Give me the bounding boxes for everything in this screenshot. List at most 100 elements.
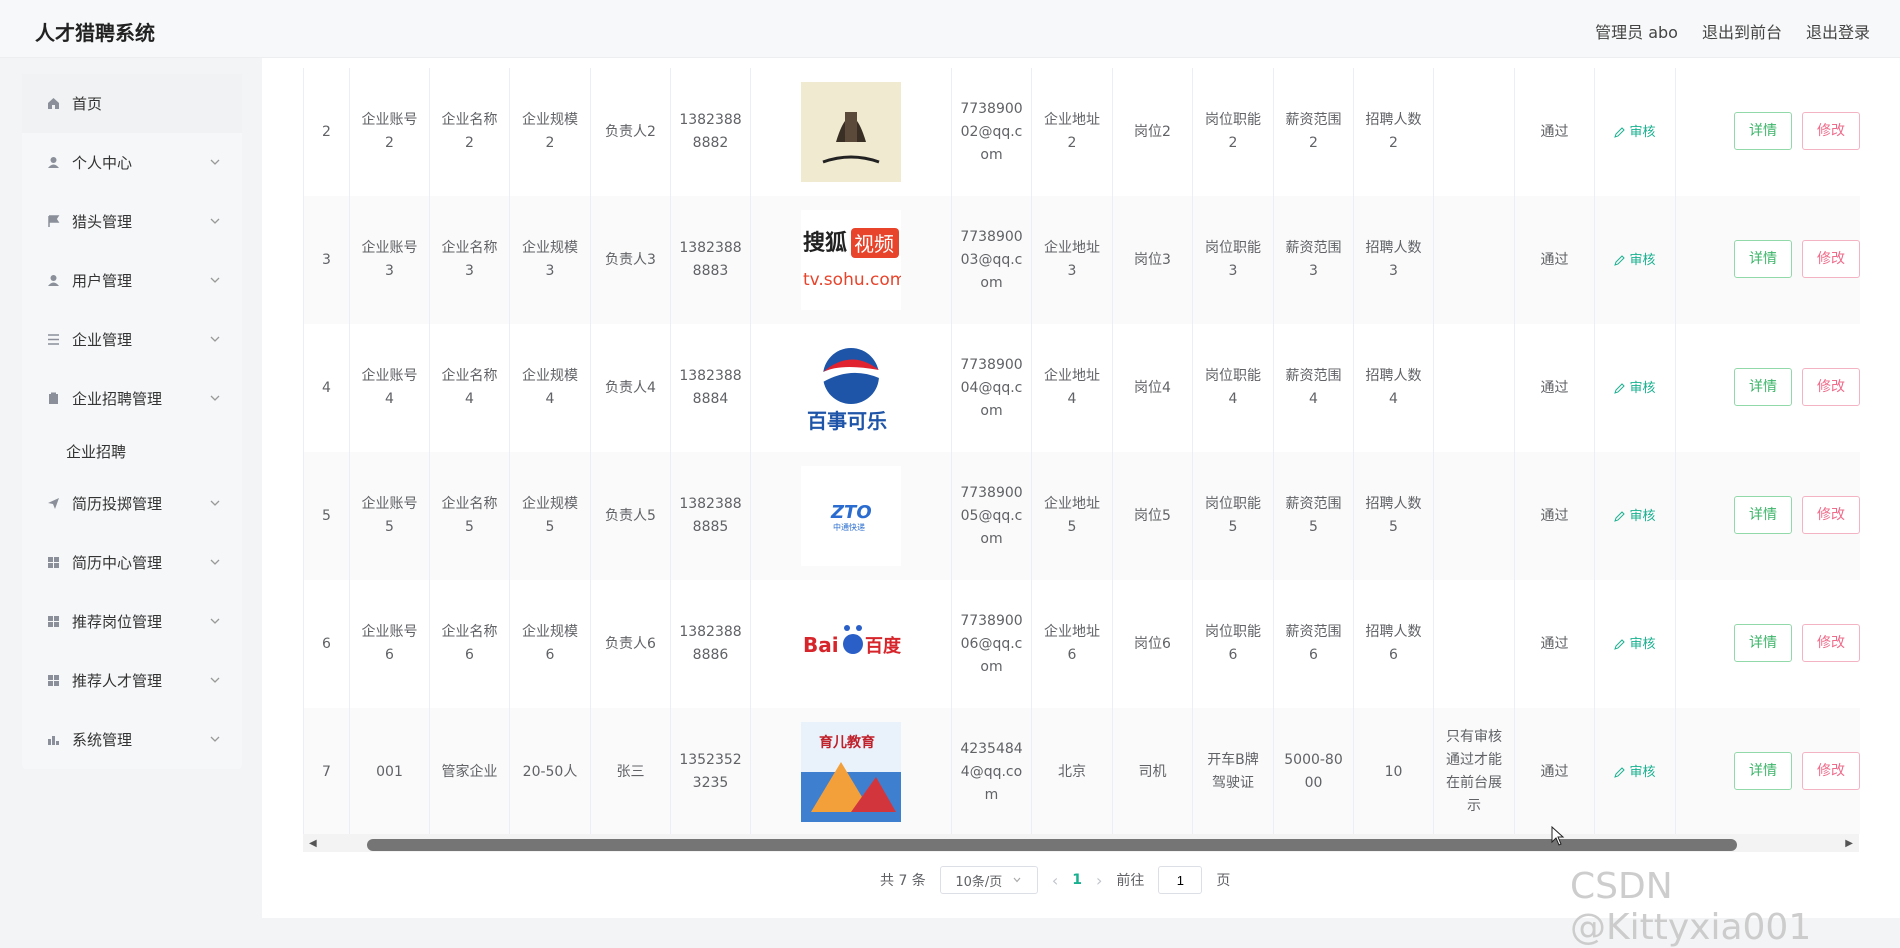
sidebar-subitem-recruitment[interactable]: 企业招聘 — [22, 428, 242, 474]
cell-phone: 13523523235 — [671, 708, 751, 834]
detail-button[interactable]: 详情 — [1734, 368, 1792, 406]
detail-button[interactable]: 详情 — [1734, 496, 1792, 534]
cell-email: 773890003@qq.com — [952, 196, 1032, 324]
cell-salary: 薪资范围5 — [1274, 452, 1354, 580]
cell-account: 企业账号3 — [350, 196, 430, 324]
edit-button[interactable]: 修改 — [1802, 624, 1860, 662]
cell-email: 773890002@qq.com — [952, 68, 1032, 196]
sidebar-item-recommend-talent[interactable]: 推荐人才管理 — [22, 651, 242, 710]
svg-text:育儿教育: 育儿教育 — [819, 734, 875, 751]
sidebar-item-system[interactable]: 系统管理 — [22, 710, 242, 769]
cell-email: 773890006@qq.com — [952, 580, 1032, 708]
cell-audit: 审核 — [1595, 68, 1676, 196]
audit-button[interactable]: 审核 — [1614, 377, 1656, 400]
sidebar-item-users[interactable]: 用户管理 — [22, 251, 242, 310]
edit-button[interactable]: 修改 — [1802, 752, 1860, 790]
table-row: 5 企业账号5 企业名称5 企业规模5 负责人5 13823888885 ZTO 中通快递 77… — [304, 452, 1860, 581]
cell-duty: 岗位职能6 — [1193, 580, 1274, 708]
sidebar-item-headhunter[interactable]: 猎头管理 — [22, 192, 242, 251]
table-row: 3 企业账号3 企业名称3 企业规模3 负责人3 13823888883 搜狐 视频 tv.so… — [304, 196, 1860, 325]
cell-contact: 负责人2 — [591, 68, 671, 196]
edit-button[interactable]: 修改 — [1802, 240, 1860, 278]
svg-text:ZTO: ZTO — [830, 502, 872, 523]
cell-contact: 负责人4 — [591, 324, 671, 452]
user-icon — [46, 274, 60, 288]
cell-index: 3 — [304, 196, 350, 324]
edit-button[interactable]: 修改 — [1802, 368, 1860, 406]
sidebar-item-home[interactable]: 首页 — [22, 74, 242, 133]
cell-status: 通过 — [1515, 196, 1595, 324]
audit-button[interactable]: 审核 — [1614, 249, 1656, 272]
grid-icon — [46, 556, 60, 570]
sidebar-item-recruitment[interactable]: 企业招聘管理 — [22, 369, 242, 428]
cell-email: 773890004@qq.com — [952, 324, 1032, 452]
scrollbar-thumb[interactable] — [367, 839, 1737, 851]
sohu-logo: 搜狐 视频 tv.sohu.com — [801, 210, 901, 310]
chevron-down-icon — [210, 395, 220, 401]
goto-suffix: 页 — [1216, 873, 1231, 889]
top-bar: 人才猎聘系统 管理员 abo 退出到前台 退出登录 — [0, 0, 1900, 58]
cell-status: 通过 — [1515, 324, 1595, 452]
sidebar-item-resume-delivery[interactable]: 简历投掷管理 — [22, 474, 242, 533]
chevron-down-icon — [210, 159, 220, 165]
pagination-total: 共 7 条 — [880, 873, 926, 889]
sidebar-item-personal-center[interactable]: 个人中心 — [22, 133, 242, 192]
sidebar-item-enterprise[interactable]: 企业管理 — [22, 310, 242, 369]
scroll-left-icon[interactable]: ◀ — [309, 838, 317, 849]
cell-duty: 岗位职能5 — [1193, 452, 1274, 580]
cell-address: 企业地址4 — [1032, 324, 1113, 452]
page-size-select[interactable]: 10条/页 — [939, 866, 1038, 894]
detail-button[interactable]: 详情 — [1734, 240, 1792, 278]
audit-button[interactable]: 审核 — [1614, 761, 1656, 784]
edit-button[interactable]: 修改 — [1802, 112, 1860, 150]
admin-user-link[interactable]: 管理员 abo — [1595, 19, 1678, 43]
cell-index: 7 — [304, 708, 350, 834]
page-number-current[interactable]: 1 — [1072, 872, 1082, 888]
detail-button[interactable]: 详情 — [1734, 624, 1792, 662]
cell-duty: 岗位职能4 — [1193, 324, 1274, 452]
cell-logo: Bai 百度 — [751, 580, 952, 708]
audit-label: 审核 — [1629, 764, 1656, 780]
sidebar-item-label: 企业管理 — [72, 331, 133, 349]
audit-label: 审核 — [1629, 124, 1656, 140]
cell-contact: 负责人5 — [591, 452, 671, 580]
sidebar-item-resume-center[interactable]: 简历中心管理 — [22, 533, 242, 592]
scroll-right-icon[interactable]: ▶ — [1845, 838, 1853, 849]
cell-phone: 13823888885 — [671, 452, 751, 580]
cell-actions: 详情 修改 — [1676, 708, 1860, 834]
cell-scale: 企业规模6 — [510, 580, 591, 708]
cell-duty: 岗位职能3 — [1193, 196, 1274, 324]
detail-button[interactable]: 详情 — [1734, 112, 1792, 150]
cell-actions: 详情 修改 — [1676, 324, 1860, 452]
cell-remark — [1434, 324, 1515, 452]
audit-button[interactable]: 审核 — [1614, 505, 1656, 528]
chevron-down-icon — [210, 559, 220, 565]
cell-remark — [1434, 452, 1515, 580]
cell-logo — [751, 68, 952, 196]
sidebar-item-label: 系统管理 — [72, 731, 133, 749]
cell-remark — [1434, 580, 1515, 708]
cell-account: 企业账号6 — [350, 580, 430, 708]
logout-link[interactable]: 退出登录 — [1806, 19, 1870, 43]
sidebar-item-recommend-positions[interactable]: 推荐岗位管理 — [22, 592, 242, 651]
prev-page-icon[interactable]: ‹ — [1052, 871, 1058, 890]
cell-count: 招聘人数2 — [1354, 68, 1434, 196]
table-row: 6 企业账号6 企业名称6 企业规模6 负责人6 13823888886 Bai 百度 7738… — [304, 580, 1860, 709]
detail-button[interactable]: 详情 — [1734, 752, 1792, 790]
edit-button[interactable]: 修改 — [1802, 496, 1860, 534]
cell-position: 司机 — [1113, 708, 1193, 834]
next-page-icon[interactable]: › — [1096, 871, 1102, 890]
cell-account: 企业账号2 — [350, 68, 430, 196]
cell-logo: ZTO 中通快递 — [751, 452, 952, 580]
horizontal-scrollbar[interactable]: ◀ ▶ — [303, 834, 1859, 852]
back-to-front-link[interactable]: 退出到前台 — [1702, 19, 1782, 43]
audit-button[interactable]: 审核 — [1614, 121, 1656, 144]
cell-audit: 审核 — [1595, 708, 1676, 834]
audit-button[interactable]: 审核 — [1614, 633, 1656, 656]
sidebar-item-label: 企业招聘管理 — [72, 390, 163, 408]
audit-label: 审核 — [1629, 508, 1656, 524]
goto-page-input[interactable] — [1158, 866, 1203, 894]
cell-account: 001 — [350, 708, 430, 834]
cell-address: 北京 — [1032, 708, 1113, 834]
chevron-down-icon — [210, 336, 220, 342]
